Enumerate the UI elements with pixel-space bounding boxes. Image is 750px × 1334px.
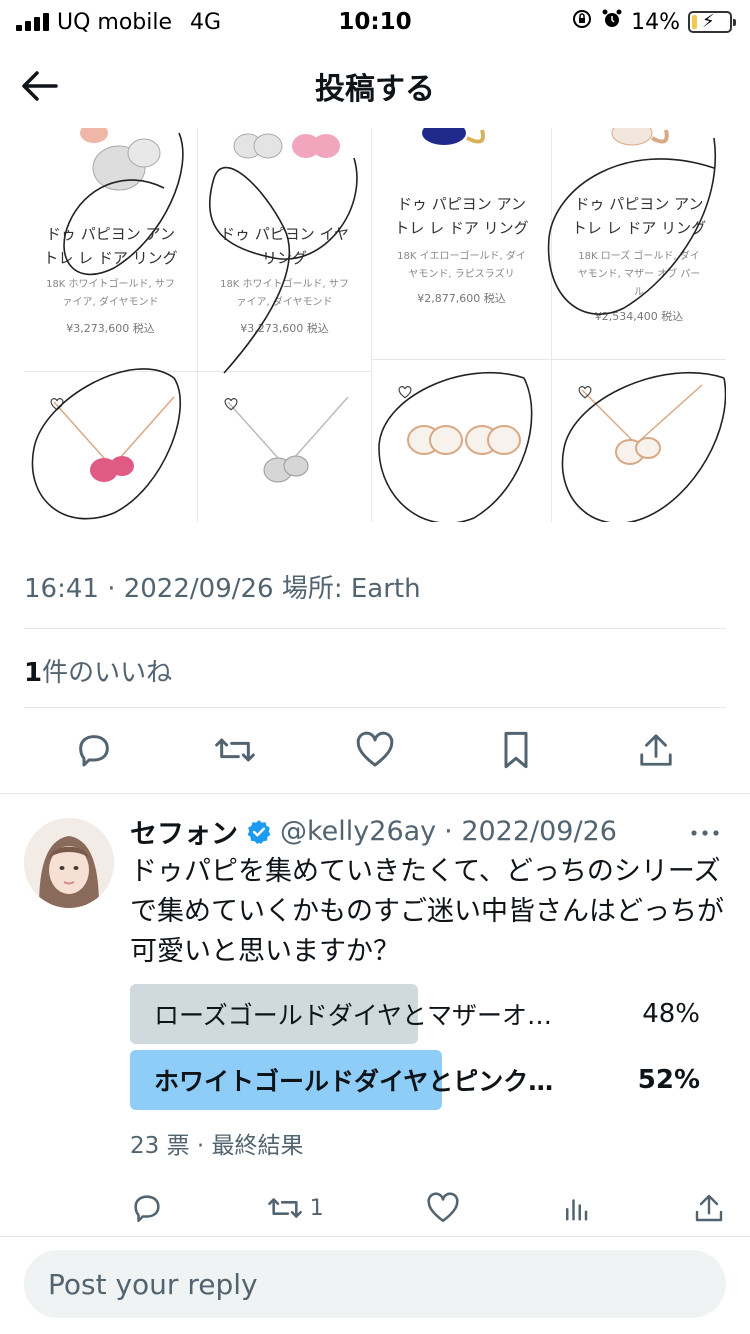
retweet-button[interactable] [213, 728, 257, 772]
status-right: 14% ⚡ [571, 8, 736, 36]
retweet-button[interactable]: 1 [266, 1191, 324, 1225]
charging-bolt-icon: ⚡ [702, 11, 715, 32]
poll-option-label: ホワイトゴールドダイヤとピンク… [154, 1067, 554, 1096]
battery-icon: ⚡ [688, 11, 736, 33]
tweet-actions [24, 720, 726, 780]
avatar[interactable] [24, 818, 114, 908]
back-button[interactable] [0, 44, 80, 128]
likes-label: 件のいいね [42, 658, 173, 688]
top-bar: 投稿する [0, 44, 750, 128]
alarm-icon [601, 8, 623, 36]
heart-icon [426, 1192, 459, 1223]
reply-button[interactable] [130, 1191, 164, 1225]
poll-option-percent: 52% [637, 1065, 700, 1095]
reply-actions: 1 [130, 1186, 725, 1230]
poll-option-percent: 48% [642, 999, 700, 1029]
reply-text: ドゥパピを集めていきたくて、どっちのシリーズで集めていくかものすご迷い中皆さんは… [130, 856, 724, 967]
tweet-timestamp[interactable]: 16:41 · 2022/09/26 場所: Earth [24, 568, 421, 605]
bookmark-button[interactable] [494, 728, 538, 772]
page-title: 投稿する [315, 72, 435, 107]
analytics-button[interactable] [561, 1193, 591, 1223]
reply-header: セフォン @kelly26ay · 2022/09/26 [130, 812, 690, 851]
status-bar: UQ mobile 4G 10:10 14% ⚡ [0, 0, 750, 44]
reply-icon [134, 1195, 160, 1223]
heart-icon [356, 731, 394, 767]
divider [0, 1236, 750, 1237]
battery-fill [692, 15, 697, 29]
verified-badge-icon [247, 819, 271, 844]
reply-date[interactable]: · 2022/09/26 [444, 816, 617, 847]
like-button[interactable] [426, 1191, 460, 1225]
more-options-button[interactable] [690, 818, 720, 843]
more-dots-icon [691, 830, 719, 836]
like-button[interactable] [353, 728, 397, 772]
divider [24, 628, 726, 629]
share-icon [695, 1194, 723, 1222]
share-icon [640, 734, 672, 766]
reply-input[interactable] [24, 1250, 726, 1318]
battery-percent: 14% [631, 9, 680, 35]
reply-icon [79, 735, 109, 767]
poll-option: ホワイトゴールドダイヤとピンク… 52% [130, 1050, 710, 1110]
share-button[interactable] [634, 728, 678, 772]
poll-option: ローズゴールドダイヤとマザーオ… 48% [130, 984, 710, 1044]
likes-count[interactable]: 1件のいいね [24, 652, 172, 689]
divider [24, 707, 726, 708]
rotation-lock-icon [571, 8, 593, 36]
arrow-left-icon [22, 71, 58, 101]
share-button[interactable] [693, 1192, 725, 1224]
poll-option-label: ローズゴールドダイヤとマザーオ… [154, 1001, 553, 1030]
retweet-count: 1 [309, 1195, 324, 1221]
poll-meta: 23 票 · 最終結果 [130, 1133, 304, 1159]
author-name[interactable]: セフォン [130, 812, 238, 851]
scribble-overlay [31, 132, 726, 522]
retweet-icon [267, 1198, 302, 1218]
attached-image[interactable]: ドゥ パピヨン アン トレ レ ドア リング 18K ホワイトゴールド, サフ … [24, 128, 726, 522]
analytics-icon [566, 1199, 588, 1221]
reply-button[interactable] [72, 728, 116, 772]
likes-number: 1 [24, 658, 43, 688]
divider [0, 793, 750, 794]
avatar-image [24, 818, 114, 908]
bookmark-icon [504, 731, 527, 769]
author-handle[interactable]: @kelly26ay [280, 816, 436, 847]
retweet-icon [214, 738, 255, 762]
